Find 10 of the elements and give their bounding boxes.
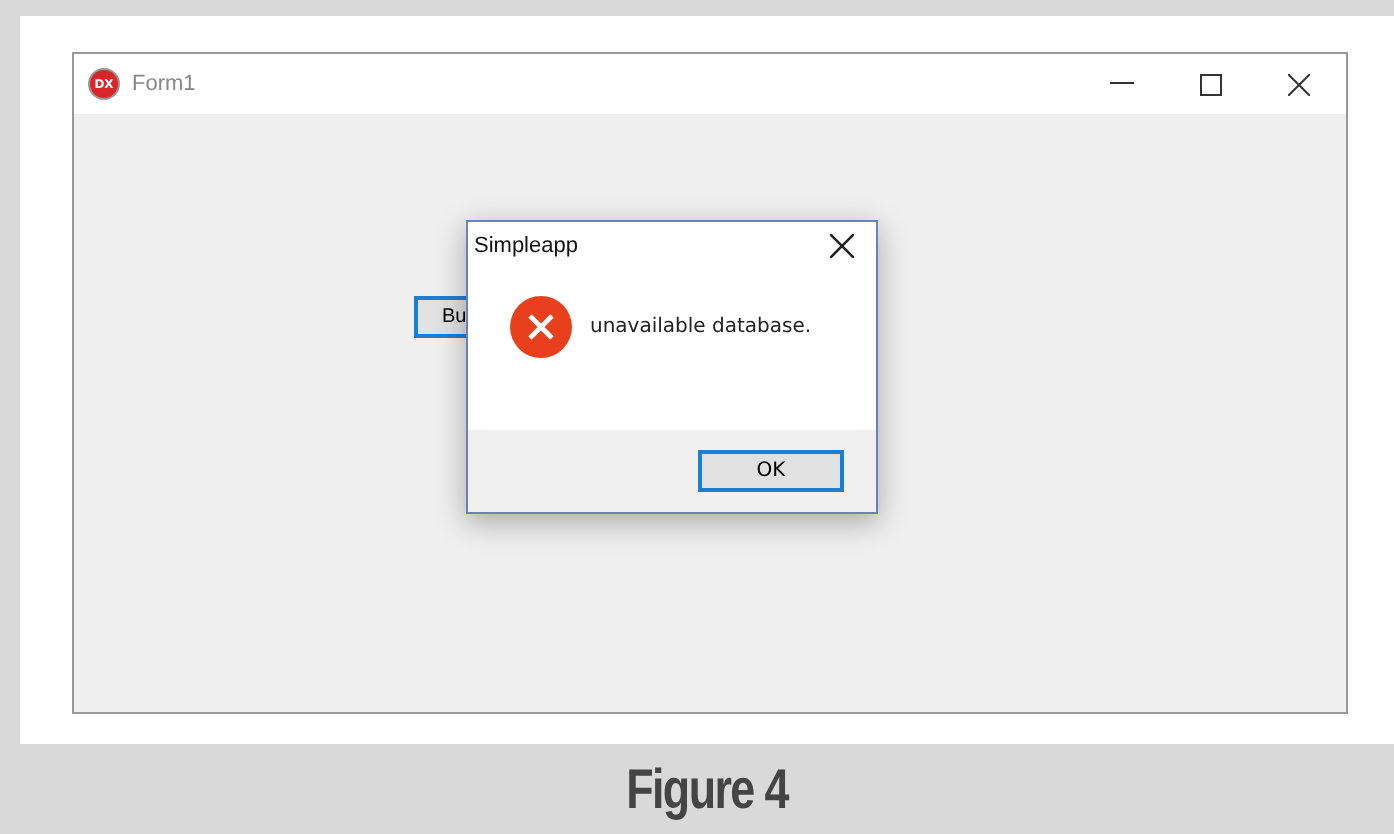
close-icon[interactable] <box>1288 73 1310 95</box>
dialog-title: Simpleapp <box>474 234 578 258</box>
close-icon[interactable] <box>830 234 854 258</box>
error-icon <box>510 296 572 358</box>
window-title: Form1 <box>132 72 196 96</box>
figure-caption: Figure 4 <box>624 755 791 824</box>
maximize-icon[interactable] <box>1200 73 1222 95</box>
minimize-icon[interactable] <box>1110 82 1134 86</box>
error-message: unavailable database. <box>590 316 812 338</box>
ok-button[interactable]: OK <box>698 450 844 492</box>
